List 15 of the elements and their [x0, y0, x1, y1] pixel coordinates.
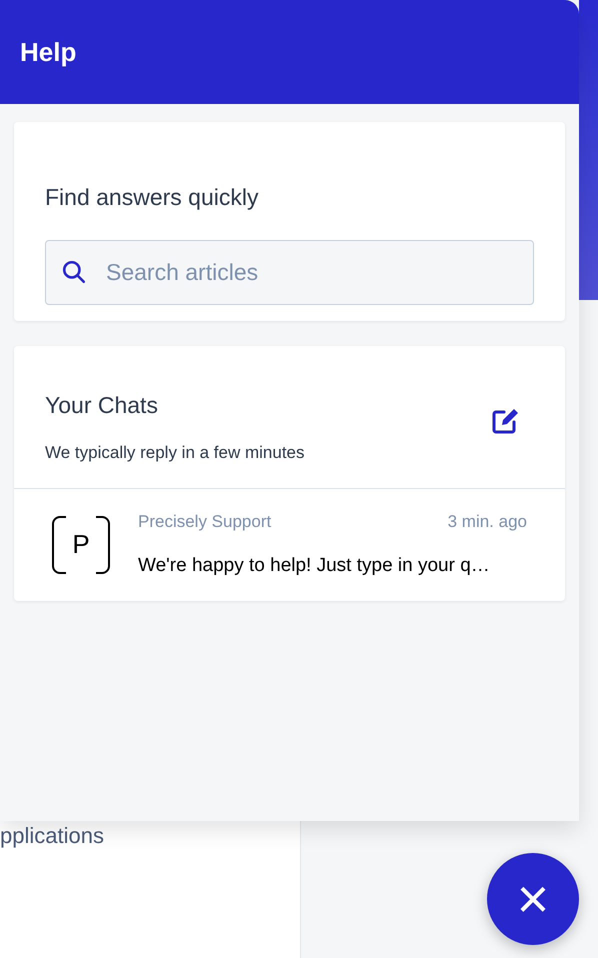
sidebar-item[interactable]: pplications [0, 823, 104, 849]
message-time: 3 min. ago [448, 510, 527, 532]
conversation-item[interactable]: P Precisely Support 3 min. ago We're happy to help! Just type in your q… [14, 488, 565, 600]
edit-icon [490, 406, 520, 436]
card-title: Your Chats [45, 391, 159, 420]
search-field[interactable]: Search articles [45, 240, 534, 305]
search-icon [61, 259, 87, 285]
panel-title: Help [20, 36, 76, 68]
new-chat-button[interactable] [490, 406, 520, 436]
reply-time-text: We typically reply in a few minutes [45, 442, 305, 464]
close-button[interactable]: × [487, 853, 579, 945]
message-preview: We're happy to help! Just type in your q… [138, 554, 491, 578]
sender-name: Precisely Support [138, 510, 272, 532]
card-heading: Find answers quickly [45, 183, 260, 212]
avatar: P [52, 516, 110, 574]
